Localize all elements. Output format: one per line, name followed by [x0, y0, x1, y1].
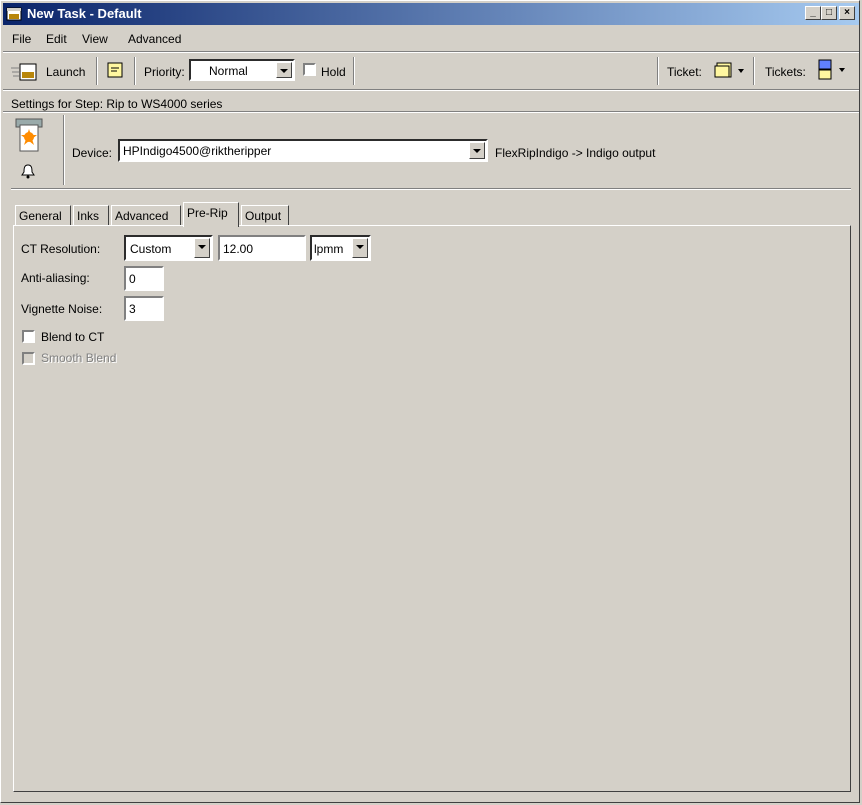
ct-resolution-mode-select[interactable]: Custom [124, 235, 213, 261]
bell-icon[interactable] [20, 163, 36, 179]
window-title: New Task - Default [27, 6, 142, 21]
anti-aliasing-input[interactable]: 0 [124, 266, 164, 291]
ct-resolution-input[interactable]: 12.00 [218, 235, 306, 261]
toolbar-separator [657, 57, 659, 85]
menu-bar: File Edit View Advanced [3, 27, 859, 49]
ct-resolution-unit-select[interactable]: lpmm [310, 235, 371, 261]
vignette-noise-label: Vignette Noise: [21, 302, 103, 316]
toolbar-separator [753, 57, 755, 85]
blend-to-ct-label: Blend to CT [41, 330, 105, 344]
ct-resolution-label: CT Resolution: [21, 242, 101, 256]
menu-file[interactable]: File [12, 32, 31, 46]
tickets-dropdown-icon[interactable] [817, 58, 849, 82]
device-label: Device: [72, 146, 113, 160]
main-window: New Task - Default _ □ × File Edit View … [0, 0, 860, 803]
printer-icon [15, 118, 43, 152]
device-icon-separator [63, 115, 65, 185]
hold-checkbox[interactable] [303, 63, 316, 76]
ct-resolution-mode-value: Custom [130, 242, 172, 256]
ticket-dropdown-icon[interactable] [713, 60, 745, 80]
anti-aliasing-value: 0 [129, 272, 136, 286]
app-icon [6, 7, 22, 21]
hold-label: Hold [321, 65, 346, 79]
launch-icon [11, 63, 37, 81]
maximize-button[interactable]: □ [821, 6, 837, 20]
toolbar-separator [134, 57, 136, 85]
device-divider [11, 188, 851, 190]
tab-output[interactable]: Output [241, 205, 289, 226]
menu-edit[interactable]: Edit [46, 32, 67, 46]
chevron-down-icon[interactable] [469, 142, 485, 159]
tab-pre-rip[interactable]: Pre-Rip [183, 202, 239, 227]
device-value: HPIndigo4500@riktheripper [123, 144, 272, 158]
device-output: FlexRipIndigo -> Indigo output [495, 146, 656, 160]
menu-advanced[interactable]: Advanced [128, 32, 181, 46]
priority-value: Normal [209, 64, 248, 78]
device-select[interactable]: HPIndigo4500@riktheripper [118, 139, 488, 162]
step-settings-label: Settings for Step: Rip to WS4000 series [11, 97, 223, 111]
close-button[interactable]: × [839, 6, 855, 20]
chevron-down-icon[interactable] [194, 238, 210, 258]
launch-button[interactable]: Launch [46, 65, 85, 79]
chevron-down-icon[interactable] [276, 62, 292, 78]
notes-icon[interactable] [107, 62, 123, 78]
settings-divider [3, 111, 859, 113]
toolbar-separator [353, 57, 355, 85]
ticket-label: Ticket: [667, 65, 702, 79]
toolbar-separator [96, 57, 98, 85]
anti-aliasing-label: Anti-aliasing: [21, 271, 90, 285]
ct-resolution-unit-value: lpmm [314, 242, 344, 256]
priority-select[interactable]: Normal [189, 59, 295, 81]
menu-view[interactable]: View [82, 32, 108, 46]
tab-inks[interactable]: Inks [73, 205, 109, 226]
chevron-down-icon[interactable] [352, 238, 368, 258]
vignette-noise-input[interactable]: 3 [124, 296, 164, 321]
tab-general[interactable]: General [15, 205, 71, 226]
tickets-label: Tickets: [765, 65, 806, 79]
blend-to-ct-checkbox[interactable] [22, 330, 35, 343]
tab-advanced[interactable]: Advanced [111, 205, 181, 226]
toolbar: Launch Priority: Normal Hold Ticket: Tic… [3, 53, 859, 89]
priority-label: Priority: [144, 65, 185, 79]
smooth-blend-checkbox [22, 352, 35, 365]
minimize-button[interactable]: _ [805, 6, 821, 20]
vignette-noise-value: 3 [129, 302, 136, 316]
toolbar-divider [3, 89, 859, 91]
title-bar[interactable]: New Task - Default _ □ × [3, 3, 859, 25]
smooth-blend-label: Smooth Blend [41, 351, 117, 365]
ct-resolution-value: 12.00 [223, 242, 254, 256]
